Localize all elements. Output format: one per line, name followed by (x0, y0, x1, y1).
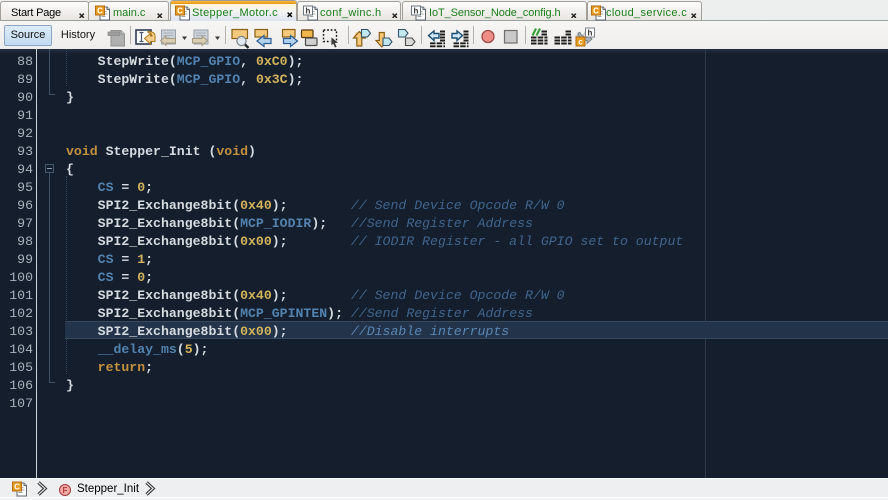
svg-text:h: h (588, 29, 593, 38)
svg-text:c: c (578, 38, 583, 47)
svg-text:F: F (63, 485, 68, 494)
